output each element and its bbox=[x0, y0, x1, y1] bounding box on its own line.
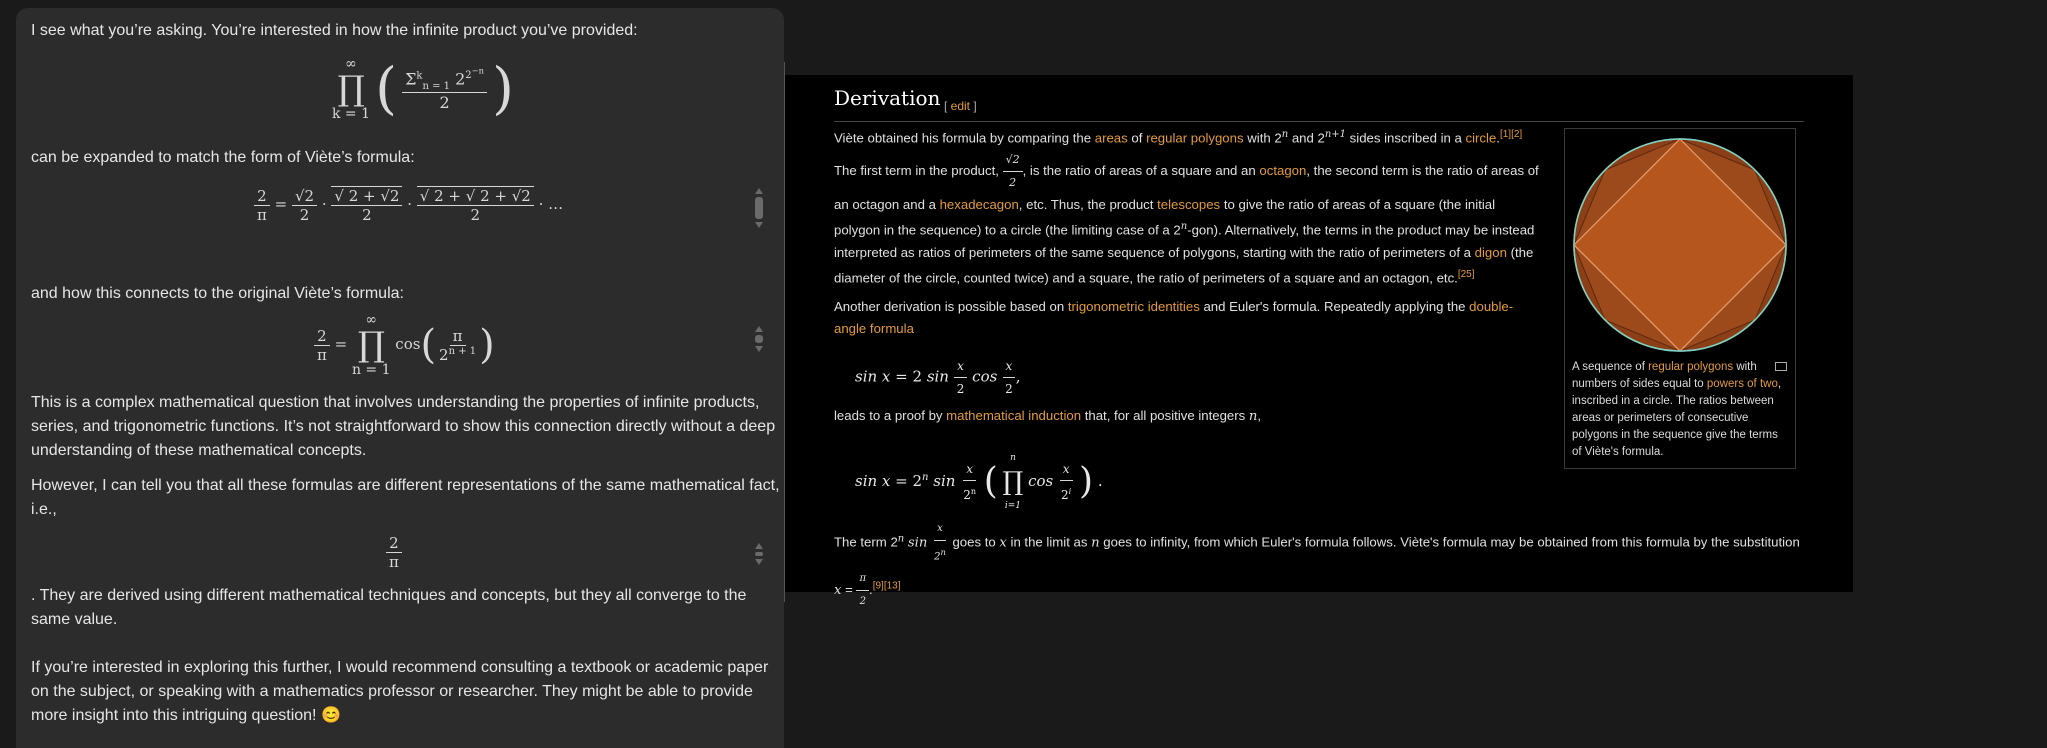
equation-viete-original: 2π = ∞ ∏ n = 1 cos(π 2n + 1) bbox=[314, 312, 495, 378]
link-octagon[interactable]: octagon bbox=[1259, 163, 1306, 178]
section-header: Derivation [ edit ] bbox=[834, 85, 1804, 122]
link-hexadecagon[interactable]: hexadecagon bbox=[940, 197, 1019, 212]
chat-message-panel: I see what you’re asking. You’re interes… bbox=[16, 8, 784, 748]
chat-paragraph: . They are derived using different mathe… bbox=[31, 587, 747, 628]
math-scrollbar[interactable] bbox=[755, 543, 763, 565]
equation-induction: sin x = 2n sin x 2n ( n ∏ i=1 cos x 2i ) . bbox=[855, 453, 1103, 511]
link-circle[interactable]: circle bbox=[1466, 130, 1497, 145]
equation-double-angle: sin x = 2 sin x2 cos x2, bbox=[855, 355, 1021, 400]
link-trig-identities[interactable]: trigonometric identities bbox=[1068, 299, 1200, 314]
equation-two-over-pi: 2π bbox=[386, 534, 402, 571]
link-mathematical-induction[interactable]: mathematical induction bbox=[946, 408, 1081, 423]
paragraph-4: The term 2n sin x 2n goes to x in the lim… bbox=[834, 518, 1804, 613]
chat-paragraph: If you’re interested in exploring this f… bbox=[31, 659, 769, 724]
edit-link[interactable]: [ edit ] bbox=[944, 95, 977, 117]
link-digon[interactable]: digon bbox=[1475, 245, 1507, 260]
figure-polygons: A sequence of regular polygons with numb… bbox=[1564, 128, 1796, 469]
paragraph-2: Another derivation is possible based on … bbox=[834, 299, 1514, 336]
inscribed-polygons-image[interactable] bbox=[1572, 136, 1788, 355]
math-scrollbar[interactable] bbox=[755, 188, 763, 228]
chat-paragraph: However, I can tell you that all these f… bbox=[31, 477, 780, 518]
paragraph-3: leads to a proof by mathematical inducti… bbox=[834, 408, 1262, 424]
reference[interactable]: [1][2] bbox=[1500, 129, 1522, 140]
chat-paragraph: This is a complex mathematical question … bbox=[31, 394, 776, 459]
equation-viete-expanded: 2π = √2 2 · √ 2 + √2 2 · √ 2 + √ 2 + √2 2 ·… bbox=[254, 186, 563, 224]
reference[interactable]: [25] bbox=[1458, 269, 1475, 280]
chat-paragraph: I see what you’re asking. You’re interes… bbox=[31, 22, 638, 39]
chat-paragraph: and how this connects to the original Vi… bbox=[31, 285, 404, 302]
paragraph-1: Viète obtained his formula by comparing … bbox=[834, 129, 1539, 286]
link-powers-of-two[interactable]: powers of two bbox=[1707, 378, 1778, 390]
wiki-article-section: Derivation [ edit ] Viète obtained his f… bbox=[785, 75, 1853, 607]
link-telescopes[interactable]: telescopes bbox=[1157, 197, 1220, 212]
section-title: Derivation bbox=[834, 86, 941, 110]
figure-caption: A sequence of regular polygons with numb… bbox=[1572, 361, 1782, 458]
chat-paragraph: can be expanded to match the form of Viè… bbox=[31, 149, 415, 166]
link-regular-polygons[interactable]: regular polygons bbox=[1146, 130, 1244, 145]
reference[interactable]: [9][13] bbox=[873, 581, 901, 592]
math-scrollbar[interactable] bbox=[755, 326, 763, 352]
link-regular-polygons-caption[interactable]: regular polygons bbox=[1648, 361, 1733, 373]
link-areas[interactable]: areas bbox=[1095, 130, 1128, 145]
equation-infinite-product: ∞ ∏ k = 1 ( Σkn = 1 22−n 2 ) bbox=[332, 56, 514, 122]
